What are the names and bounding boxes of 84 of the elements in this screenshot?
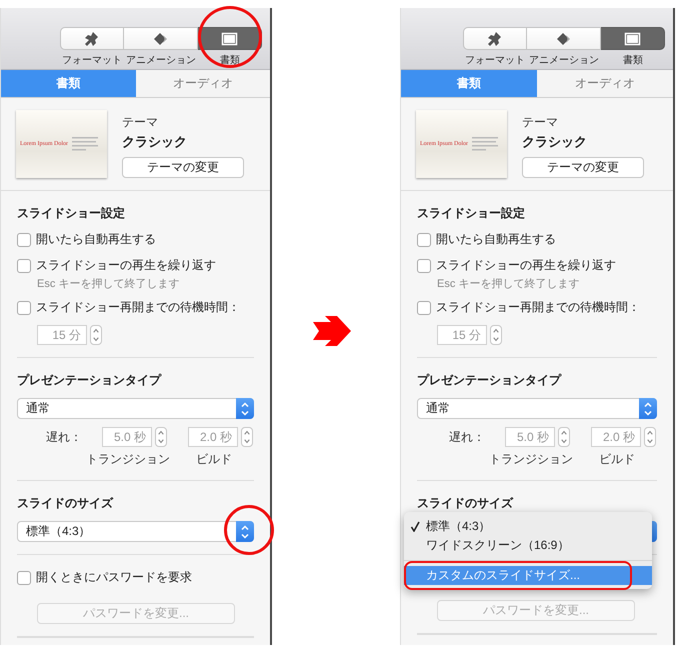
theme-label: テーマ xyxy=(522,114,558,131)
toolbar-button[interactable] xyxy=(124,27,198,50)
up-down-arrows-icon xyxy=(242,428,252,446)
toolbar-button[interactable] xyxy=(60,27,124,50)
number-field[interactable]: 5.0 秒 xyxy=(102,427,152,447)
hint-text: Esc キーを押して終了します xyxy=(37,277,180,291)
brush-icon xyxy=(487,30,503,46)
up-down-arrows-icon xyxy=(645,428,655,446)
stepper[interactable] xyxy=(644,427,656,447)
menu-item[interactable]: カスタムのスライドサイズ... xyxy=(404,566,652,585)
number-field[interactable]: 2.0 秒 xyxy=(591,427,641,447)
checkbox[interactable] xyxy=(17,258,31,272)
number-field[interactable]: 15 分 xyxy=(437,325,487,345)
checkbox[interactable] xyxy=(417,300,431,314)
checkbox-label: スライドショーの再生を繰り返す xyxy=(36,257,216,274)
stepper[interactable] xyxy=(90,325,102,345)
menu-item[interactable]: ワイドスクリーン（16:9） xyxy=(404,536,652,555)
toolbar-label: 書類 xyxy=(622,54,644,67)
change-theme-button[interactable]: テーマの変更 xyxy=(522,157,644,178)
stepper[interactable] xyxy=(558,427,570,447)
tab[interactable]: 書類 xyxy=(1,70,136,97)
up-down-arrows-icon xyxy=(156,428,166,446)
theme-name: クラシック xyxy=(122,133,187,151)
up-down-arrows-icon xyxy=(491,326,501,344)
checkbox-label: 開いたら自動再生する xyxy=(436,231,556,248)
popup-menu[interactable]: 通常 xyxy=(417,398,657,419)
checkbox[interactable] xyxy=(417,258,431,272)
toolbar-label: フォーマット xyxy=(61,54,123,67)
field-caption: トランジション xyxy=(86,451,170,468)
checkbox-label: スライドショー再開までの待機時間： xyxy=(36,299,240,316)
theme-name: クラシック xyxy=(522,133,587,151)
theme-label: テーマ xyxy=(122,114,158,131)
stepper[interactable] xyxy=(490,325,502,345)
toolbar-button[interactable] xyxy=(463,27,527,50)
arrow-icon xyxy=(311,316,351,346)
number-field[interactable]: 5.0 秒 xyxy=(505,427,555,447)
brush-icon xyxy=(84,30,100,46)
number-field[interactable]: 15 分 xyxy=(37,325,87,345)
document-icon xyxy=(221,30,238,46)
up-down-arrows-icon xyxy=(239,400,251,418)
checkbox-label: 開くときにパスワードを要求 xyxy=(36,569,192,586)
up-down-arrows-icon xyxy=(239,522,251,540)
section-heading: スライドショー設定 xyxy=(417,205,526,222)
checkbox-label: 開いたら自動再生する xyxy=(36,231,156,248)
stepper[interactable] xyxy=(155,427,167,447)
diamond-icon xyxy=(556,30,572,46)
up-down-arrows-icon xyxy=(91,326,101,344)
toolbar-label: アニメーション xyxy=(125,54,197,67)
diamond-icon xyxy=(152,30,168,46)
checkbox-label: スライドショー再開までの待機時間： xyxy=(436,299,640,316)
checkbox-label: スライドショーの再生を繰り返す xyxy=(436,257,616,274)
toolbar-label: フォーマット xyxy=(464,54,526,67)
checkbox[interactable] xyxy=(17,300,31,314)
tab[interactable]: 書類 xyxy=(401,70,537,97)
section-heading: スライドのサイズ xyxy=(17,495,114,512)
number-field[interactable]: 2.0 秒 xyxy=(188,427,238,447)
checkbox[interactable] xyxy=(17,570,31,584)
section-heading: スライドのサイズ xyxy=(417,495,514,512)
field-label: 遅れ： xyxy=(46,428,82,446)
change-theme-button[interactable]: テーマの変更 xyxy=(122,157,244,178)
body-text-lines xyxy=(472,137,498,151)
document-icon xyxy=(624,30,641,46)
toolbar-button[interactable] xyxy=(527,27,601,50)
field-label: 遅れ： xyxy=(449,428,485,446)
toolbar-button[interactable] xyxy=(198,27,262,50)
stepper[interactable] xyxy=(241,427,253,447)
section-heading: スライドショー設定 xyxy=(17,205,126,222)
toolbar-label: アニメーション xyxy=(528,54,600,67)
hint-text: Esc キーを押して終了します xyxy=(437,277,580,291)
body-text-lines xyxy=(72,137,98,151)
section-heading: プレゼンテーションタイプ xyxy=(17,372,162,389)
checkbox[interactable] xyxy=(417,232,431,246)
up-down-arrows-icon xyxy=(642,400,654,418)
toolbar-button[interactable] xyxy=(601,27,665,50)
field-caption: ビルド xyxy=(599,451,635,468)
up-down-arrows-icon xyxy=(559,428,569,446)
popup-menu[interactable]: 標準（4:3） xyxy=(17,521,254,542)
menu-item[interactable]: 標準（4:3） xyxy=(404,517,652,536)
field-caption: トランジション xyxy=(489,451,573,468)
checkbox[interactable] xyxy=(17,232,31,246)
popup-menu[interactable]: 通常 xyxy=(17,398,254,419)
section-heading: プレゼンテーションタイプ xyxy=(417,372,562,389)
field-caption: ビルド xyxy=(196,451,232,468)
toolbar-label: 書類 xyxy=(219,54,241,67)
